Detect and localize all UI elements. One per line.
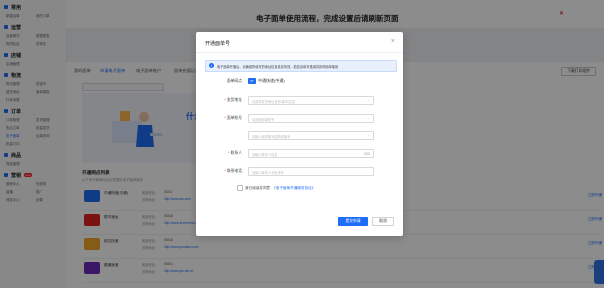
field-label-text: 联系人 (230, 150, 242, 155)
field-label: *联系电话 (196, 169, 242, 174)
chevron-down-icon: ⌄ (366, 133, 370, 137)
select-field[interactable]: 请选择发货地址省份/城市/区县 ⌄ (248, 96, 374, 105)
select-field[interactable]: 请选择面单账号 ⌄ (248, 114, 374, 123)
agree-text: 我已阅读并同意 (245, 185, 271, 190)
field-placeholder: 请选择发货地址省份/城市/区县 (252, 99, 296, 104)
agree-checkbox[interactable] (237, 185, 243, 191)
info-icon: i (209, 63, 214, 68)
char-counter: 0/20 (363, 151, 370, 156)
required-mark: * (224, 168, 226, 173)
field-label: *发货地址 (196, 98, 242, 103)
close-icon[interactable]: × (391, 38, 395, 45)
text-field[interactable]: 请输入联系人姓名 0/20 (248, 149, 374, 158)
carrier-label: 面单网点 (226, 79, 242, 83)
chevron-down-icon: ⌄ (366, 98, 370, 102)
text-field[interactable]: 请输入联系人手机号码 (248, 167, 374, 176)
field-label-text: 面单账号 (226, 115, 242, 120)
select-field[interactable]: 请输入面单账号或新增账号 ⌄ (248, 131, 374, 140)
chevron-down-icon: ⌄ (366, 116, 370, 120)
carrier-logo-icon: ZT (248, 78, 256, 84)
carrier: ZT 中通快递(中通) (248, 78, 285, 84)
dialog-title: 开通面单号 (205, 41, 231, 47)
field-label-text: 联系电话 (226, 168, 242, 173)
divider (196, 52, 403, 53)
required-mark: * (224, 115, 226, 120)
field-label: *联系人 (196, 151, 242, 156)
field-placeholder: 请输入联系人姓名 (252, 152, 278, 157)
floating-help-button[interactable] (594, 260, 604, 284)
cancel-button[interactable]: 取消 (372, 217, 394, 226)
carrier-name: 中通快递(中通) (258, 78, 285, 83)
agreement-link[interactable]: 《电子面单开通服务协议》 (272, 186, 315, 191)
info-tip: i 电子面单开通后，请确保所填写的地址信息真实有效，若信息填写错误将影响面单使用 (205, 60, 397, 72)
field-label-text: 发货地址 (226, 97, 242, 102)
required-mark: * (228, 150, 230, 155)
field-placeholder: 请输入联系人手机号码 (252, 170, 284, 175)
info-tip-text: 电子面单开通后，请确保所填写的地址信息真实有效，若信息填写错误将影响面单使用 (217, 65, 339, 69)
open-waybill-dialog: 开通面单号 × i 电子面单开通后，请确保所填写的地址信息真实有效，若信息填写错… (196, 32, 403, 236)
required-mark: * (224, 97, 226, 102)
field-label: *面单账号 (196, 116, 242, 121)
agreement: 我已阅读并同意 《电子面单开通服务协议》 (237, 185, 315, 191)
field-placeholder: 请选择面单账号 (252, 117, 275, 122)
submit-button[interactable]: 提交申请 (338, 217, 368, 226)
field-placeholder: 请输入面单账号或新增账号 (252, 134, 291, 139)
